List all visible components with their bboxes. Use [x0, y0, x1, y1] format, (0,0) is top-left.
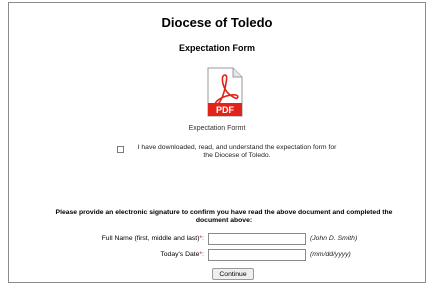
pdf-caption[interactable]: Expectation Formt: [9, 125, 425, 132]
date-hint: (mm/dd/yyyy): [310, 251, 351, 258]
full-name-label-text: Full Name (first, middle and last): [101, 235, 200, 242]
date-label-text: Today's Date: [160, 251, 200, 258]
agree-text: I have downloaded, read, and understand …: [137, 144, 337, 159]
signature-instructions: Please provide an electronic signature t…: [55, 209, 393, 224]
expectation-form-panel: Diocese of Toledo Expectation Form PDF E…: [8, 2, 426, 283]
full-name-required-mark: *:: [199, 235, 204, 242]
full-name-input[interactable]: [208, 233, 306, 245]
date-label: Today's Date*:: [59, 251, 204, 258]
form-subtitle: Expectation Form: [178, 43, 255, 53]
full-name-label: Full Name (first, middle and last)*:: [59, 235, 204, 242]
date-input[interactable]: [208, 249, 306, 261]
pdf-file-icon[interactable]: PDF: [207, 67, 243, 117]
pdf-icon-label: PDF: [216, 105, 235, 115]
full-name-hint: (John D. Smith): [310, 235, 358, 242]
pdf-icon-graphic: PDF: [207, 67, 243, 117]
date-required-mark: *:: [199, 251, 204, 258]
continue-button[interactable]: Continue: [212, 268, 254, 280]
page-title: Diocese of Toledo: [161, 15, 273, 30]
agree-checkbox[interactable]: [117, 146, 124, 153]
